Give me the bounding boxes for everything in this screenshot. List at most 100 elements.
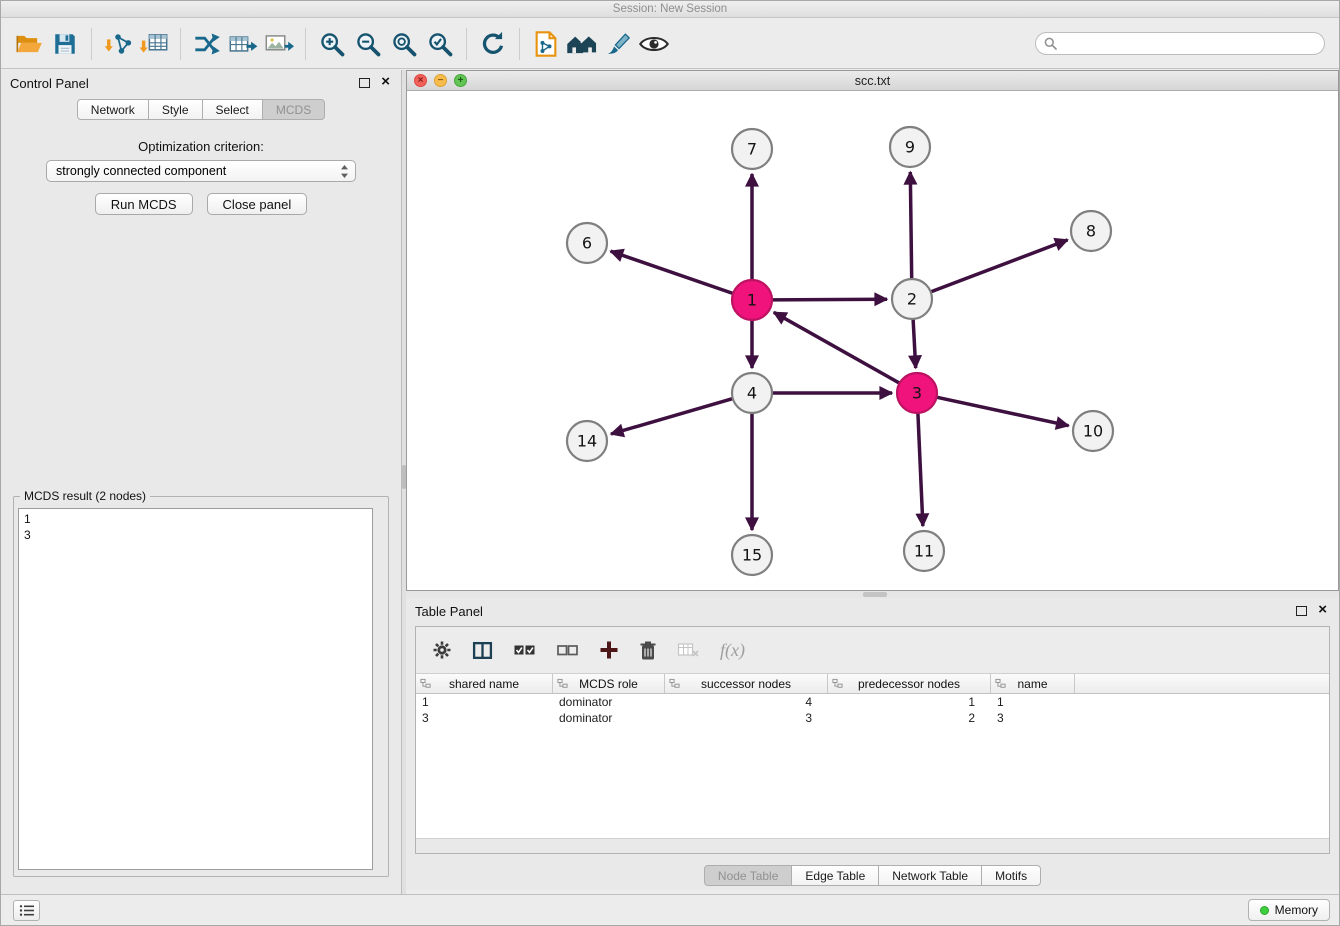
graph-node-label: 15 xyxy=(742,546,762,565)
table-body: 1dominator4113dominator323 xyxy=(416,694,1329,726)
table-tab-motifs[interactable]: Motifs xyxy=(981,865,1041,886)
toolbar-separator xyxy=(91,28,92,60)
run-mcds-button[interactable]: Run MCDS xyxy=(95,193,193,215)
search-input[interactable] xyxy=(1035,32,1325,55)
delete-table-button-disabled[interactable] xyxy=(677,641,700,659)
select-all-columns-button[interactable] xyxy=(513,642,536,658)
graph-node-label: 14 xyxy=(577,432,597,451)
close-panel-button[interactable]: Close panel xyxy=(207,193,308,215)
import-table-button[interactable] xyxy=(136,25,172,63)
toolbar-separator xyxy=(180,28,181,60)
column-header-shared-name[interactable]: shared name xyxy=(416,674,553,693)
mcds-result-line: 1 xyxy=(24,511,367,527)
export-table-button[interactable] xyxy=(225,25,261,63)
plus-icon xyxy=(599,640,619,660)
open-session-icon xyxy=(15,31,43,57)
delete-column-button[interactable] xyxy=(639,640,657,661)
refresh-button[interactable] xyxy=(475,25,511,63)
combo-arrows-icon xyxy=(340,164,349,179)
graph-edge-1-6[interactable] xyxy=(611,251,734,293)
graph-edge-2-8[interactable] xyxy=(931,240,1068,292)
memory-label: Memory xyxy=(1275,903,1318,917)
table-tab-network-table[interactable]: Network Table xyxy=(878,865,982,886)
control-tab-mcds[interactable]: MCDS xyxy=(262,99,325,120)
graph-edge-3-10[interactable] xyxy=(937,397,1069,426)
toolbar-separator xyxy=(305,28,306,60)
float-panel-icon[interactable] xyxy=(359,78,370,88)
table-scrollbar[interactable] xyxy=(416,838,1329,853)
show-column-panel-button[interactable] xyxy=(472,641,493,660)
graph-edge-1-2[interactable] xyxy=(772,299,887,300)
function-builder-button[interactable]: f(x) xyxy=(720,640,745,661)
import-network-button[interactable] xyxy=(100,25,136,63)
table-cell: dominator xyxy=(553,694,665,710)
table-panel: Table Panel × xyxy=(406,598,1339,890)
maximize-window-icon[interactable]: + xyxy=(454,74,467,87)
table-panel-body: f(x) shared nameMCDS rolesuccessor nodes… xyxy=(415,626,1330,854)
criterion-value: strongly connected component xyxy=(56,164,226,178)
column-header-icon xyxy=(832,678,843,689)
column-header-mcds-role[interactable]: MCDS role xyxy=(553,674,665,693)
save-session-button[interactable] xyxy=(47,25,83,63)
toolbar-separator xyxy=(519,28,520,60)
unselect-all-columns-button[interactable] xyxy=(556,642,579,658)
graph-node-label: 9 xyxy=(905,138,915,157)
zoom-out-button[interactable] xyxy=(350,25,386,63)
graph-edge-3-1[interactable] xyxy=(774,312,900,383)
window-titlebar[interactable]: Session: New Session xyxy=(1,1,1339,18)
close-panel-icon[interactable]: × xyxy=(381,76,390,88)
graph-edge-2-3[interactable] xyxy=(913,319,916,368)
zoom-selected-button[interactable] xyxy=(422,25,458,63)
table-settings-button[interactable] xyxy=(432,640,452,660)
graph-edge-4-14[interactable] xyxy=(611,399,733,434)
paint-button[interactable] xyxy=(600,25,636,63)
float-panel-icon[interactable] xyxy=(1296,606,1307,616)
table-cell: 2 xyxy=(828,710,991,726)
main-toolbar xyxy=(1,19,1339,69)
close-panel-icon[interactable]: × xyxy=(1318,604,1327,616)
graph-edge-3-11[interactable] xyxy=(918,413,923,526)
zoom-in-button[interactable] xyxy=(314,25,350,63)
control-tab-network[interactable]: Network xyxy=(77,99,149,120)
trash-icon xyxy=(639,640,657,661)
task-history-button[interactable] xyxy=(13,900,40,921)
control-tab-style[interactable]: Style xyxy=(148,99,203,120)
eye-button[interactable] xyxy=(636,25,672,63)
table-tab-node-table[interactable]: Node Table xyxy=(704,865,793,886)
save-session-icon xyxy=(52,31,78,57)
toolbar-separator xyxy=(466,28,467,60)
table-row[interactable]: 1dominator411 xyxy=(416,694,1329,710)
table-cell: 3 xyxy=(991,710,1075,726)
network-graph[interactable]: 7968124314101511 xyxy=(407,92,1338,590)
horizontal-splitter-grip[interactable] xyxy=(863,592,887,597)
zoom-fit-button[interactable] xyxy=(386,25,422,63)
minimize-window-icon[interactable]: − xyxy=(434,74,447,87)
graph-node-label: 6 xyxy=(582,234,592,253)
delete-table-icon xyxy=(677,641,700,659)
table-header: shared nameMCDS rolesuccessor nodesprede… xyxy=(416,673,1329,694)
network-canvas[interactable]: 7968124314101511 xyxy=(407,92,1338,590)
table-tab-edge-table[interactable]: Edge Table xyxy=(791,865,879,886)
export-image-button[interactable] xyxy=(261,25,297,63)
column-header-successor-nodes[interactable]: successor nodes xyxy=(665,674,828,693)
network-window-titlebar[interactable]: × − + scc.txt xyxy=(407,71,1338,91)
columns-icon xyxy=(472,641,493,660)
table-cell: dominator xyxy=(553,710,665,726)
export-network-button[interactable] xyxy=(189,25,225,63)
close-window-icon[interactable]: × xyxy=(414,74,427,87)
control-tab-select[interactable]: Select xyxy=(202,99,263,120)
column-header-predecessor-nodes[interactable]: predecessor nodes xyxy=(828,674,991,693)
home-button[interactable] xyxy=(564,25,600,63)
mcds-result-list[interactable]: 13 xyxy=(18,508,373,870)
criterion-select[interactable]: strongly connected component xyxy=(46,160,356,182)
window-controls: × − + xyxy=(414,74,467,87)
create-column-button[interactable] xyxy=(599,640,619,660)
network-document-button[interactable] xyxy=(528,25,564,63)
open-session-button[interactable] xyxy=(11,25,47,63)
column-header-name[interactable]: name xyxy=(991,674,1075,693)
list-icon xyxy=(19,904,35,917)
graph-edge-2-9[interactable] xyxy=(910,172,911,279)
table-row[interactable]: 3dominator323 xyxy=(416,710,1329,726)
column-header-icon xyxy=(669,678,680,689)
memory-button[interactable]: Memory xyxy=(1248,899,1330,921)
